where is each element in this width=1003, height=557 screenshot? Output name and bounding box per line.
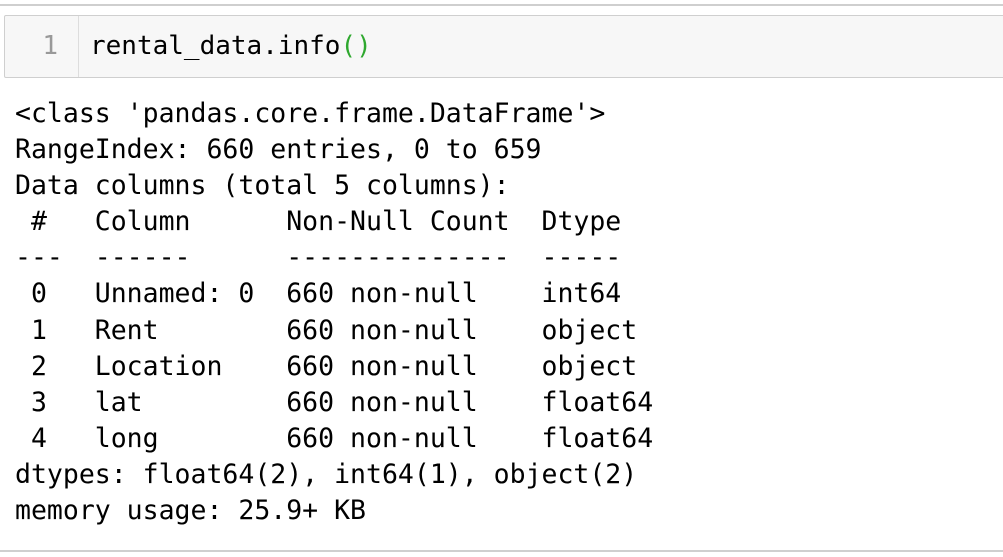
output-table-header: # Column Non-Null Count Dtype bbox=[15, 206, 654, 238]
code-input-cell[interactable]: 1 rental_data.info() bbox=[4, 15, 1003, 78]
bottom-divider bbox=[0, 550, 1003, 552]
line-number: 1 bbox=[5, 16, 79, 77]
code-parentheses: () bbox=[340, 31, 372, 61]
top-divider bbox=[0, 4, 1003, 6]
code-method-name: .info bbox=[262, 31, 341, 61]
output-line-memory-usage: memory usage: 25.9+ KB bbox=[15, 495, 366, 527]
output-table-separator: --- ------ -------------- ----- bbox=[15, 242, 654, 274]
output-line-dtypes: dtypes: float64(2), int64(1), object(2) bbox=[15, 458, 638, 490]
cell-output: <class 'pandas.core.frame.DataFrame'> Ran… bbox=[15, 96, 653, 529]
output-table-row: 1 Rent 660 non-null object bbox=[15, 314, 654, 346]
output-line-class: <class 'pandas.core.frame.DataFrame'> bbox=[15, 98, 606, 129]
output-line-data-columns: Data columns (total 5 columns): bbox=[15, 170, 510, 202]
output-table-row: 2 Location 660 non-null object bbox=[15, 350, 654, 382]
output-line-range-index: RangeIndex: 660 entries, 0 to 659 bbox=[15, 134, 542, 166]
output-table-row: 4 long 660 non-null float64 bbox=[15, 422, 654, 454]
output-table-row: 0 Unnamed: 0 660 non-null int64 bbox=[15, 278, 654, 310]
code-editor[interactable]: rental_data.info() bbox=[79, 16, 372, 77]
output-table-row: 3 lat 660 non-null float64 bbox=[15, 386, 654, 418]
code-object-name: rental_data bbox=[90, 31, 263, 61]
